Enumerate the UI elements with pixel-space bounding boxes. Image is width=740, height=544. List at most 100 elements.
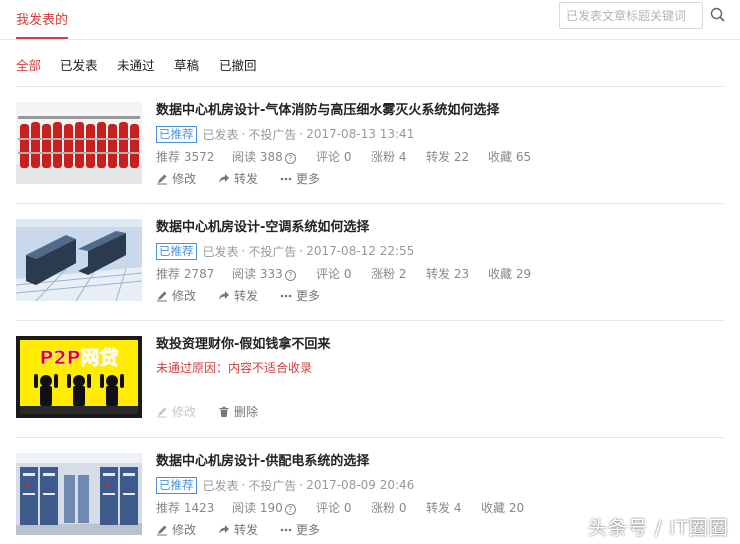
share-label: 转发 — [234, 523, 259, 537]
article-meta: 已推荐 已发表 · 不投广告 · 2017-08-12 22:55 — [156, 242, 716, 260]
article-thumbnail[interactable] — [16, 453, 142, 535]
recommended-badge: 已推荐 — [156, 125, 197, 143]
search-input[interactable] — [560, 3, 702, 28]
edit-button[interactable]: 修改 — [156, 521, 196, 538]
article-title[interactable]: 数据中心机房设计-气体消防与高压细水雾灭火系统如何选择 — [156, 102, 716, 120]
stat-read-label: 阅读 190 — [232, 501, 283, 515]
pencil-icon — [157, 525, 167, 535]
stat-favorite: 收藏 20 — [481, 501, 525, 515]
stat-comment: 评论 0 — [316, 501, 352, 515]
article-title[interactable]: 数据中心机房设计-空调系统如何选择 — [156, 219, 716, 237]
stat-read-label: 阅读 388 — [232, 150, 283, 164]
publish-date: 2017-08-12 22:55 — [306, 244, 415, 258]
article-actions: 修改 转发 更多 — [156, 287, 716, 303]
filter-drafts[interactable]: 草稿 — [174, 55, 199, 74]
pencil-icon — [157, 174, 167, 184]
filter-withdrawn[interactable]: 已撤回 — [219, 55, 257, 74]
stat-fans: 涨粉 2 — [371, 267, 407, 281]
ellipsis-icon — [280, 294, 292, 297]
stat-fans: 涨粉 4 — [371, 150, 407, 164]
edit-button[interactable]: 修改 — [156, 170, 196, 187]
delete-label: 删除 — [234, 405, 259, 419]
share-arrow-icon — [219, 524, 229, 534]
question-circle-icon[interactable]: ? — [284, 270, 296, 281]
recommended-badge: 已推荐 — [156, 476, 197, 494]
tab-my-published[interactable]: 我发表的 — [16, 9, 68, 28]
stat-recommend: 推荐 2787 — [156, 267, 215, 281]
filter-published[interactable]: 已发表 — [60, 55, 98, 74]
filter-rejected[interactable]: 未通过 — [117, 55, 155, 74]
status-text: 已发表 — [202, 244, 239, 259]
stat-comment: 评论 0 — [316, 267, 352, 281]
stat-share: 转发 22 — [426, 150, 470, 164]
recommended-badge: 已推荐 — [156, 242, 197, 260]
article-meta: 已推荐 已发表 · 不投广告 · 2017-08-13 13:41 — [156, 125, 716, 143]
more-button[interactable]: 更多 — [280, 170, 320, 187]
search-box[interactable] — [559, 2, 703, 29]
ad-status: 不投广告 — [248, 244, 297, 259]
more-label: 更多 — [296, 172, 321, 186]
article-actions: 修改 删除 — [156, 403, 716, 419]
article-title[interactable]: 致投资理财你-假如钱拿不回来 — [156, 336, 716, 354]
ad-status: 不投广告 — [248, 127, 297, 142]
delete-button[interactable]: 删除 — [218, 403, 258, 420]
more-label: 更多 — [296, 523, 321, 537]
more-button[interactable]: 更多 — [280, 521, 320, 538]
share-button[interactable]: 转发 — [218, 287, 258, 304]
more-label: 更多 — [296, 289, 321, 303]
edit-label: 修改 — [172, 405, 197, 419]
share-label: 转发 — [234, 289, 259, 303]
edit-label: 修改 — [172, 289, 197, 303]
stat-share: 转发 23 — [426, 267, 470, 281]
meta-separator: · — [299, 244, 304, 258]
search-icon[interactable] — [708, 5, 728, 25]
trash-icon — [219, 406, 229, 417]
meta-separator: · — [299, 127, 304, 141]
article-item: 数据中心机房设计-空调系统如何选择 已推荐 已发表 · 不投广告 · 2017-… — [16, 203, 724, 320]
article-title[interactable]: 数据中心机房设计-供配电系统的选择 — [156, 453, 716, 471]
ellipsis-icon — [280, 177, 292, 180]
stat-favorite: 收藏 65 — [488, 150, 532, 164]
publish-date: 2017-08-13 13:41 — [306, 127, 415, 141]
article-item: P2P网贷 致投资理财你-假如钱拿不回来 未通过原因：内容不适合收录 修改 删除 — [16, 320, 724, 437]
stat-recommend: 推荐 3572 — [156, 150, 215, 164]
stat-favorite: 收藏 29 — [488, 267, 532, 281]
status-text: 已发表 — [202, 127, 239, 142]
meta-separator: · — [241, 244, 246, 258]
article-stats: 推荐 2787 阅读 333? 评论 0 涨粉 2 转发 23 收藏 29 — [156, 265, 716, 281]
stat-read: 阅读 190? — [232, 499, 296, 516]
article-actions: 修改 转发 更多 — [156, 170, 716, 186]
filter-all[interactable]: 全部 — [16, 55, 41, 74]
pencil-icon — [157, 407, 167, 417]
share-arrow-icon — [219, 290, 229, 300]
question-circle-icon[interactable]: ? — [284, 504, 296, 515]
article-item: 数据中心机房设计-气体消防与高压细水雾灭火系统如何选择 已推荐 已发表 · 不投… — [16, 86, 724, 203]
stat-comment: 评论 0 — [316, 150, 352, 164]
meta-separator: · — [241, 127, 246, 141]
reject-reason: 未通过原因：内容不适合收录 — [156, 361, 313, 375]
thumbnail-caption: P2P网贷 — [39, 346, 118, 369]
share-button[interactable]: 转发 — [218, 521, 258, 538]
edit-button: 修改 — [156, 403, 196, 420]
question-circle-icon[interactable]: ? — [284, 153, 296, 164]
watermark: 头条号 / IT圈圈 — [588, 517, 729, 539]
ellipsis-icon — [280, 528, 292, 531]
edit-label: 修改 — [172, 523, 197, 537]
stat-read: 阅读 388? — [232, 148, 296, 165]
stat-read: 阅读 333? — [232, 265, 296, 282]
article-meta: 已推荐 已发表 · 不投广告 · 2017-08-09 20:46 — [156, 476, 716, 494]
article-thumbnail[interactable] — [16, 102, 142, 184]
share-button[interactable]: 转发 — [218, 170, 258, 187]
status-text: 已发表 — [202, 478, 239, 493]
more-button[interactable]: 更多 — [280, 287, 320, 304]
article-thumbnail[interactable]: P2P网贷 — [16, 336, 142, 418]
stat-recommend: 推荐 1423 — [156, 501, 215, 515]
article-thumbnail[interactable] — [16, 219, 142, 301]
tab-underline — [16, 37, 68, 39]
meta-separator: · — [241, 478, 246, 492]
pencil-icon — [157, 291, 167, 301]
stat-read-label: 阅读 333 — [232, 267, 283, 281]
publish-date: 2017-08-09 20:46 — [306, 478, 415, 492]
edit-button[interactable]: 修改 — [156, 287, 196, 304]
top-bar: 我发表的 — [0, 0, 740, 40]
